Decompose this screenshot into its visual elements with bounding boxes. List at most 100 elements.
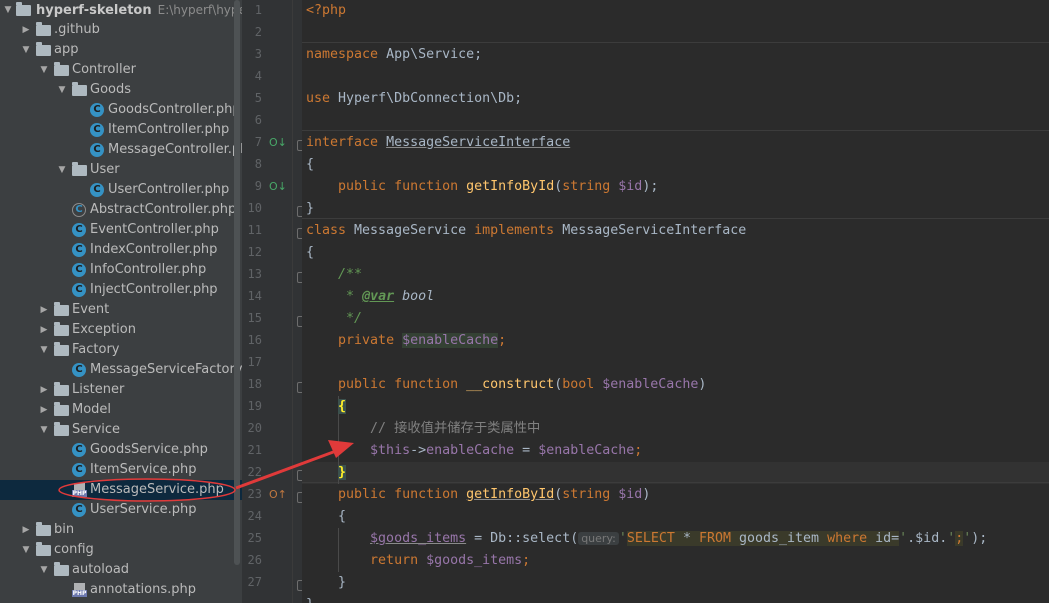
chevron-down-icon[interactable]: ▼	[38, 340, 50, 360]
code-line-3[interactable]: namespace App\Service;	[306, 44, 482, 66]
tree-folder[interactable]: ▼ app	[0, 40, 242, 60]
tree-file[interactable]: C InjectController.php	[0, 280, 242, 300]
tree-file[interactable]: PHP annotations.php	[0, 580, 242, 600]
code-line-21[interactable]: $this->enableCache = $enableCache;	[306, 440, 642, 462]
tree-file[interactable]: C MessageServiceFactory.php	[0, 360, 242, 380]
tree-item-label: GoodsService.php	[90, 442, 208, 457]
tree-item-label: bin	[54, 522, 75, 537]
tree-folder[interactable]: ▼ config	[0, 540, 242, 560]
tree-file[interactable]: C MessageController.php	[0, 140, 242, 160]
chevron-down-icon[interactable]: ▼	[38, 60, 50, 80]
tree-item-label: UserService.php	[90, 502, 197, 517]
tree-folder[interactable]: ▼ Controller	[0, 60, 242, 80]
folder-icon	[16, 2, 31, 16]
tree-file[interactable]: C GoodsController.php	[0, 100, 242, 120]
chevron-down-icon[interactable]: ▼	[38, 560, 50, 580]
tree-scrollbar[interactable]	[234, 0, 240, 565]
chevron-right-icon[interactable]: ▶	[38, 380, 50, 400]
line-number: 19	[247, 399, 262, 413]
code-line-5[interactable]: use Hyperf\DbConnection\Db;	[306, 88, 522, 110]
code-line-16[interactable]: private $enableCache;	[306, 330, 506, 352]
chevron-down-icon[interactable]: ▼	[20, 40, 32, 60]
code-line-20[interactable]: // 接收值并储存于类属性中	[306, 418, 540, 440]
line-number: 24	[247, 509, 262, 523]
code-line-8[interactable]: {	[306, 154, 314, 176]
code-line-9[interactable]: public function getInfoById(string $id);	[306, 176, 658, 198]
chevron-down-icon[interactable]: ▼	[56, 80, 68, 100]
implemented-icon[interactable]: O↓	[269, 180, 287, 194]
chevron-down-icon[interactable]: ▼	[20, 540, 32, 560]
code-line-22[interactable]: }	[306, 462, 347, 484]
implemented-icon[interactable]: O↓	[269, 136, 287, 150]
tree-item-label: config	[54, 542, 94, 557]
tree-folder[interactable]: ▼ Goods	[0, 80, 242, 100]
line-number: 2	[254, 25, 262, 39]
code-line-11[interactable]: class MessageService implements MessageS…	[306, 220, 746, 242]
tree-item-label: app	[54, 42, 79, 57]
tree-item-label: AbstractController.php	[90, 202, 237, 217]
code-line-14[interactable]: * @var bool	[306, 286, 434, 308]
code-line-26[interactable]: return $goods_items;	[306, 550, 530, 572]
chevron-right-icon[interactable]: ▶	[20, 520, 32, 540]
tree-item-label: MessageServiceFactory.php	[90, 362, 242, 377]
tree-folder[interactable]: ▼ Service	[0, 420, 242, 440]
code-line-19[interactable]: {	[306, 396, 347, 418]
line-number: 8	[254, 157, 262, 171]
chevron-down-icon[interactable]: ▼	[38, 420, 50, 440]
tree-file[interactable]: C InfoController.php	[0, 260, 242, 280]
tree-folder[interactable]: ▶ Model	[0, 400, 242, 420]
code-editor[interactable]: <?php namespace App\Service; use Hyperf\…	[302, 0, 1049, 603]
tree-item-label: Listener	[72, 382, 125, 397]
folder-icon	[36, 22, 51, 36]
code-line-24[interactable]: {	[306, 506, 346, 528]
chevron-right-icon[interactable]: ▶	[38, 400, 50, 420]
code-line-13[interactable]: /**	[306, 264, 362, 286]
project-path: E:\hyperf\hyper-s	[157, 3, 242, 17]
chevron-right-icon[interactable]: ▶	[38, 320, 50, 340]
tree-folder[interactable]: ▶ Event	[0, 300, 242, 320]
tree-folder[interactable]: ▶ Listener	[0, 380, 242, 400]
chevron-right-icon[interactable]: ▶	[38, 300, 50, 320]
tree-folder[interactable]: ▼ User	[0, 160, 242, 180]
code-line-12[interactable]: {	[306, 242, 314, 264]
implements-icon[interactable]: O↑	[269, 488, 287, 502]
code-line-10[interactable]: }	[306, 198, 314, 220]
code-line-7[interactable]: interface MessageServiceInterface	[306, 132, 570, 154]
line-number: 13	[247, 267, 262, 281]
class-icon: C	[72, 463, 86, 477]
folder-icon	[54, 322, 69, 336]
tree-folder[interactable]: ▼ Factory	[0, 340, 242, 360]
line-number: 20	[247, 421, 262, 435]
folder-icon	[54, 422, 69, 436]
folder-icon	[36, 42, 51, 56]
tree-file[interactable]: C AbstractController.php	[0, 200, 242, 220]
project-name: hyperf-skeleton	[36, 3, 152, 18]
code-line-25[interactable]: $goods_items = Db::select(query: 'SELECT …	[306, 528, 987, 550]
tree-folder[interactable]: ▶ Exception	[0, 320, 242, 340]
code-line-23[interactable]: public function getInfoById(string $id)	[306, 484, 650, 506]
chevron-right-icon[interactable]: ▶	[20, 20, 32, 40]
tree-file[interactable]: C IndexController.php	[0, 240, 242, 260]
line-number: 5	[254, 91, 262, 105]
tree-file[interactable]: C ItemController.php	[0, 120, 242, 140]
code-line-15[interactable]: */	[306, 308, 362, 330]
tree-file[interactable]: C EventController.php	[0, 220, 242, 240]
tree-file[interactable]: C ItemService.php	[0, 460, 242, 480]
chevron-down-icon[interactable]: ▼	[2, 0, 14, 20]
tree-item-label: InjectController.php	[90, 282, 218, 297]
code-line-1[interactable]: <?php	[306, 0, 346, 22]
chevron-down-icon[interactable]: ▼	[56, 160, 68, 180]
tree-folder[interactable]: ▶ .github	[0, 20, 242, 40]
line-number: 6	[254, 113, 262, 127]
code-line-18[interactable]: public function __construct(bool $enable…	[306, 374, 706, 396]
tree-folder[interactable]: ▼ autoload	[0, 560, 242, 580]
tree-file[interactable]: C UserController.php	[0, 180, 242, 200]
project-tree[interactable]: ▼ hyperf-skeleton E:\hyperf\hyper-s ▶ .git…	[0, 0, 242, 603]
tree-file[interactable]: PHP MessageService.php	[0, 480, 242, 500]
code-line-27[interactable]: }	[306, 572, 346, 594]
tree-file[interactable]: C GoodsService.php	[0, 440, 242, 460]
tree-file[interactable]: C UserService.php	[0, 500, 242, 520]
tree-folder[interactable]: ▶ bin	[0, 520, 242, 540]
code-line-28[interactable]: }	[306, 594, 314, 603]
tree-root[interactable]: ▼ hyperf-skeleton E:\hyperf\hyper-s	[0, 0, 242, 20]
